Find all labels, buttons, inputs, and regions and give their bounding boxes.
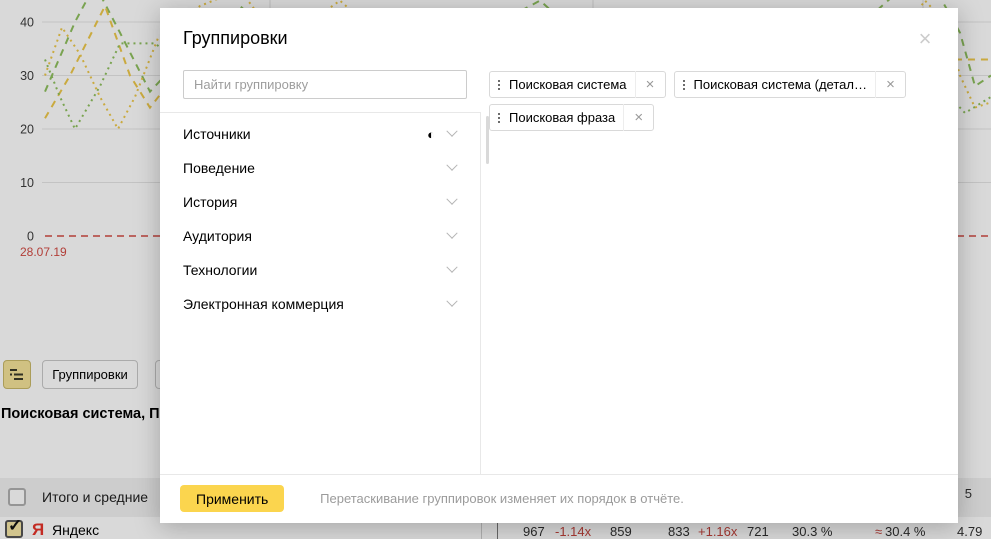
grouping-chip[interactable]: Поисковая система × (489, 71, 666, 98)
category-label: Технологии (183, 262, 448, 278)
category-list: Источники◐ Поведение История Аудитория Техно… (160, 112, 480, 474)
category-label: Электронная коммерция (183, 296, 448, 312)
category-row-5[interactable]: Технологии (160, 253, 480, 287)
chip-remove-icon[interactable]: × (623, 104, 653, 131)
apply-button[interactable]: Применить (180, 485, 284, 512)
chevron-down-icon (446, 126, 457, 137)
chip-label: Поисковая система (509, 77, 627, 92)
modal-title: Группировки (183, 28, 288, 49)
chip-remove-icon[interactable]: × (875, 71, 905, 98)
category-row-3[interactable]: История (160, 185, 480, 219)
chevron-down-icon (446, 194, 457, 205)
close-icon[interactable]: × (912, 26, 938, 52)
category-row-2[interactable]: Поведение (160, 151, 480, 185)
chip-label: Поисковая система (детал… (694, 77, 867, 92)
category-row-4[interactable]: Аудитория (160, 219, 480, 253)
app-screen: 403020100 28.07.19 Группировки Поисковая… (0, 0, 991, 539)
category-label: История (183, 194, 448, 210)
chip-remove-icon[interactable]: × (635, 71, 665, 98)
chevron-down-icon (446, 296, 457, 307)
groupings-modal: Группировки × Источники◐ Поведение История… (160, 8, 958, 523)
chevron-down-icon (446, 160, 457, 171)
grouping-chip[interactable]: Поисковая система (детал… × (674, 71, 906, 98)
category-label: Источники (183, 126, 427, 142)
category-label: Аудитория (183, 228, 448, 244)
category-row-1[interactable]: Источники◐ (160, 117, 480, 151)
drag-handle-icon[interactable] (490, 113, 509, 123)
drag-handle-icon[interactable] (675, 80, 694, 90)
chevron-down-icon (446, 228, 457, 239)
chip-label: Поисковая фраза (509, 110, 615, 125)
drag-hint-text: Перетаскивание группировок изменяет их п… (320, 491, 684, 506)
chevron-down-icon (446, 262, 457, 273)
drag-handle-icon[interactable] (490, 80, 509, 90)
grouping-chip[interactable]: Поисковая фраза × (489, 104, 654, 131)
category-label: Поведение (183, 160, 448, 176)
modal-footer: Применить Перетаскивание группировок изм… (160, 474, 958, 523)
category-row-6[interactable]: Электронная коммерция (160, 287, 480, 321)
search-input[interactable] (183, 70, 467, 99)
panel-divider (480, 112, 481, 474)
partial-selection-icon: ◐ (427, 128, 435, 141)
selected-groupings-area: Поисковая система×Поисковая система (дет… (489, 71, 939, 137)
